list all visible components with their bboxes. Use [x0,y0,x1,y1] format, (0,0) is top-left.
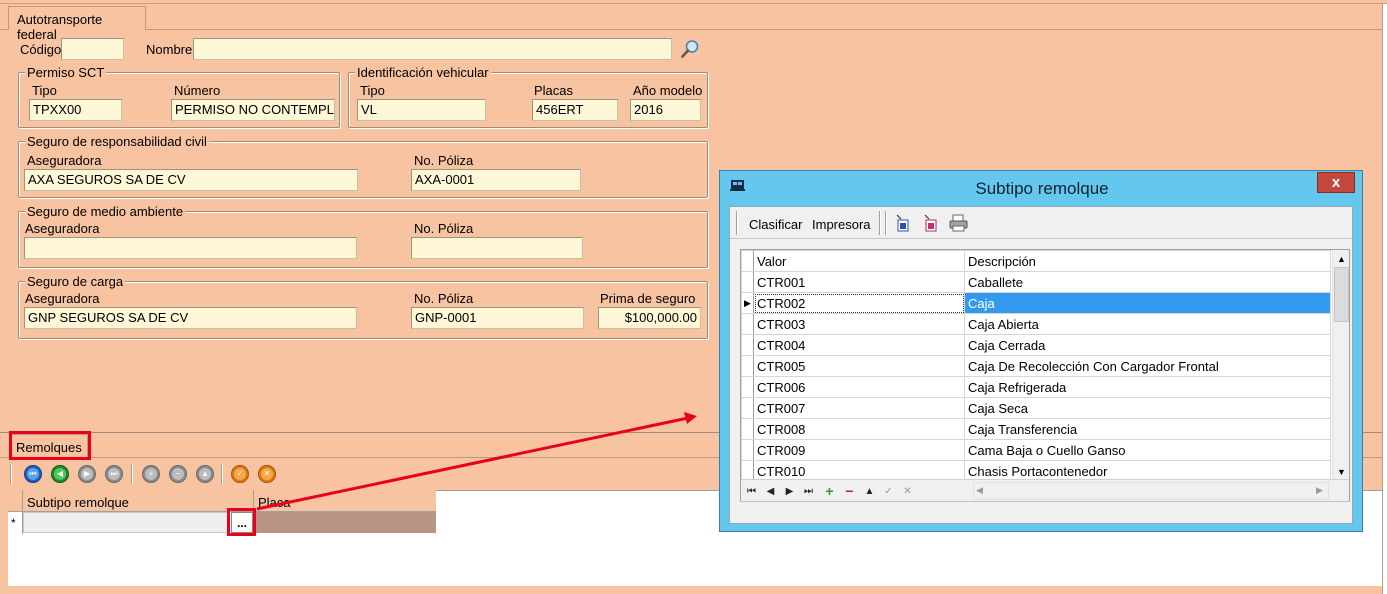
col-descripcion[interactable]: Descripción [964,250,1331,272]
toolbar-separator [879,211,881,235]
valor-cell[interactable]: CTR002 [753,292,965,314]
prev-icon[interactable]: ◀ [762,482,779,500]
post-icon[interactable]: ✓ [880,482,897,500]
status-divider [740,501,1350,502]
table-row[interactable]: ▶ CTR002 Caja [741,292,1331,314]
subtipo-remolque-dialog: Subtipo remolque x Clasificar Impresora [719,170,1363,532]
close-button[interactable]: x [1317,172,1355,193]
row-indicator [741,334,754,356]
row-indicator [741,313,754,335]
table-row[interactable]: CTR003 Caja Abierta [741,313,1331,335]
impresora-button[interactable]: Impresora [812,217,871,232]
valor-cell[interactable]: CTR008 [753,418,965,440]
dialog-navigator: ⏮ ◀ ▶ ⏭ + − ▲ ✓ ✕ ◀ ▶ [741,479,1349,501]
col-valor[interactable]: Valor [753,250,965,272]
last-icon[interactable]: ⏭ [800,482,817,500]
scroll-left-icon[interactable]: ◀ [976,485,983,496]
scroll-up-icon[interactable]: ▲ [1333,250,1350,267]
descripcion-cell[interactable]: Caja Refrigerada [964,376,1331,398]
insert-icon[interactable]: + [821,482,838,500]
valor-cell[interactable]: CTR001 [753,271,965,293]
dialog-title: Subtipo remolque [975,179,1109,198]
table-header-row: Valor Descripción [741,250,1331,272]
export-alt-icon[interactable] [922,213,940,233]
first-icon[interactable]: ⏮ [743,482,760,500]
table-row[interactable]: CTR007 Caja Seca [741,397,1331,419]
close-icon: x [1331,174,1341,191]
valor-cell[interactable]: CTR009 [753,439,965,461]
table-row[interactable]: CTR005 Caja De Recolección Con Cargador F… [741,355,1331,377]
descripcion-cell[interactable]: Caja Transferencia [964,418,1331,440]
delete-icon[interactable]: − [841,482,858,500]
toolbar-separator-2 [885,211,887,235]
cancel-icon[interactable]: ✕ [899,482,916,500]
scroll-thumb[interactable] [1334,267,1349,322]
table-row[interactable]: CTR001 Caballete [741,271,1331,293]
descripcion-cell[interactable]: Caja Abierta [964,313,1331,335]
descripcion-cell[interactable]: Caja De Recolección Con Cargador Frontal [964,355,1331,377]
next-icon[interactable]: ▶ [781,482,798,500]
table-row[interactable]: CTR006 Caja Refrigerada [741,376,1331,398]
scroll-down-icon[interactable]: ▼ [1333,463,1350,480]
descripcion-cell[interactable]: Caja Seca [964,397,1331,419]
export-icon[interactable] [894,213,912,233]
edit-icon[interactable]: ▲ [861,482,878,500]
printer-icon[interactable] [948,213,970,233]
row-indicator [741,355,754,377]
horizontal-scrollbar[interactable]: ◀ ▶ [973,482,1329,500]
table-row[interactable]: CTR009 Cama Baja o Cuello Ganso [741,439,1331,461]
header-indicator [741,250,754,272]
valor-cell[interactable]: CTR007 [753,397,965,419]
valor-cell[interactable]: CTR004 [753,334,965,356]
descripcion-cell[interactable]: Caja Cerrada [964,334,1331,356]
table-row[interactable]: CTR008 Caja Transferencia [741,418,1331,440]
descripcion-cell[interactable]: Caballete [964,271,1331,293]
row-indicator: ▶ [741,292,754,314]
row-indicator [741,271,754,293]
row-indicator [741,376,754,398]
dialog-toolbar: Clasificar Impresora [730,207,1352,239]
row-indicator [741,439,754,461]
valor-cell[interactable]: CTR006 [753,376,965,398]
valor-cell[interactable]: CTR003 [753,313,965,335]
row-indicator [741,418,754,440]
scroll-right-icon[interactable]: ▶ [1316,485,1323,496]
dialog-vertical-scrollbar[interactable]: ▲ ▼ [1332,250,1349,480]
clasificar-button[interactable]: Clasificar [749,217,802,232]
descripcion-cell[interactable]: Caja [964,292,1331,314]
table-row[interactable]: CTR004 Caja Cerrada [741,334,1331,356]
toolbar-grip [736,211,738,235]
subtipo-table: Valor Descripción CTR001 Caballete ▶ CTR002… [741,250,1331,482]
dialog-body: Clasificar Impresora Valor Descripción C… [729,206,1353,524]
valor-cell[interactable]: CTR005 [753,355,965,377]
descripcion-cell[interactable]: Cama Baja o Cuello Ganso [964,439,1331,461]
row-indicator [741,397,754,419]
